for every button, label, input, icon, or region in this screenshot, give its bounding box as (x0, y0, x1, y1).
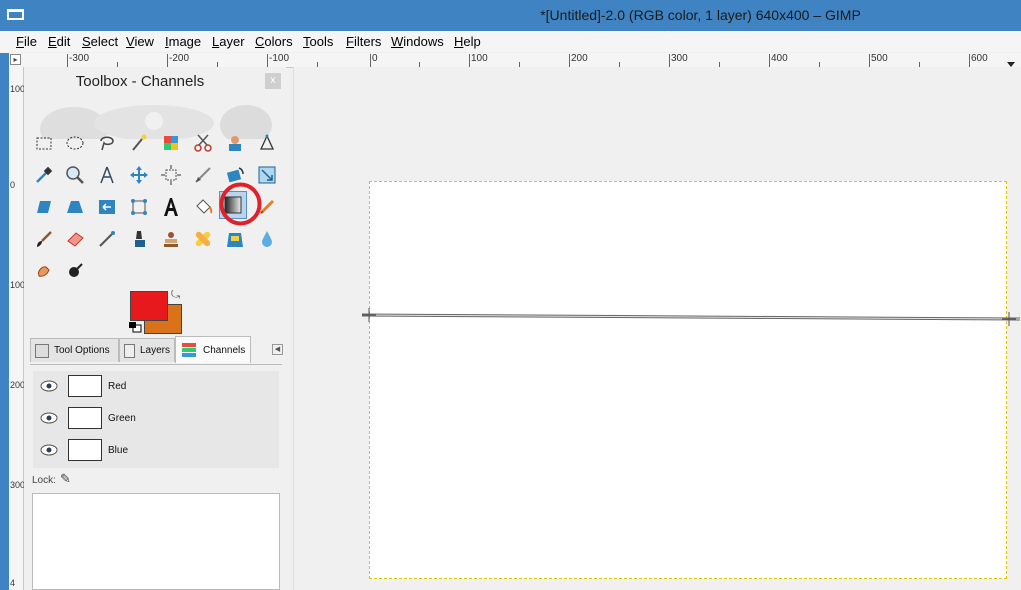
foreground-color-swatch[interactable] (130, 291, 168, 321)
